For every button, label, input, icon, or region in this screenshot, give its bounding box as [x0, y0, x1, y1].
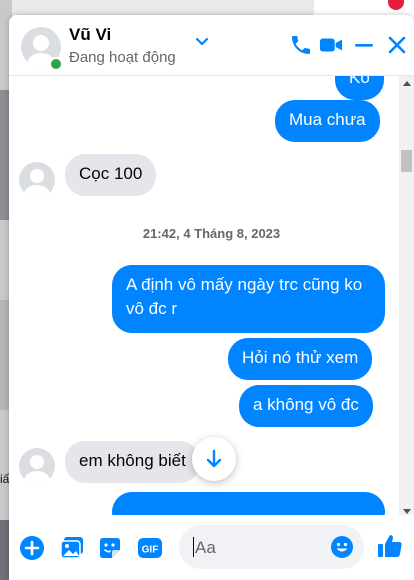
emoji-icon[interactable] [330, 535, 354, 559]
close-icon[interactable] [385, 33, 409, 57]
like-icon[interactable] [376, 532, 404, 560]
message-outgoing[interactable]: A định vô mấy ngày trc cũng ko vô đc r [112, 265, 385, 333]
background-text: iấ [0, 472, 10, 486]
chat-header: Vũ Vi Đang hoạt động [9, 15, 414, 76]
message-outgoing[interactable]: Ko [335, 76, 384, 100]
chat-window: Vũ Vi Đang hoạt động Ko Mua chưa Cọc 100… [9, 15, 414, 580]
sender-avatar[interactable] [19, 162, 55, 198]
svg-text:GIF: GIF [142, 545, 159, 556]
contact-name[interactable]: Vũ Vi [69, 25, 111, 45]
image-icon[interactable] [59, 535, 85, 561]
minimize-icon[interactable] [352, 33, 376, 57]
scroll-up-arrow[interactable] [403, 81, 411, 86]
gif-icon[interactable]: GIF [137, 535, 163, 561]
scroll-down-arrow[interactable] [403, 509, 411, 514]
scroll-to-bottom-button[interactable] [192, 437, 236, 481]
sticker-icon[interactable] [97, 535, 123, 561]
phone-icon[interactable] [289, 33, 313, 57]
message-input-wrapper[interactable] [179, 525, 364, 571]
online-indicator [49, 57, 63, 71]
message-incoming[interactable]: Cọc 100 [65, 154, 157, 196]
plus-icon[interactable] [19, 535, 45, 561]
message-incoming[interactable]: em không biết [65, 441, 200, 483]
notification-badge [388, 0, 404, 10]
message-outgoing[interactable]: Mua chưa [275, 100, 380, 142]
arrow-down-icon [206, 449, 222, 468]
video-icon[interactable] [319, 33, 343, 57]
message-scrollbar[interactable] [399, 76, 414, 519]
message-input[interactable] [193, 525, 327, 571]
contact-status: Đang hoạt động [69, 49, 176, 66]
message-outgoing[interactable]: a không vô đc [239, 385, 373, 427]
timestamp: 21:42, 4 Tháng 8, 2023 [142, 226, 281, 241]
chevron-down-icon[interactable] [195, 35, 209, 49]
composer: GIF [9, 515, 414, 580]
scroll-thumb[interactable] [401, 150, 412, 172]
message-outgoing[interactable]: Hỏi nó thử xem [228, 338, 373, 380]
sender-avatar[interactable] [19, 448, 55, 484]
